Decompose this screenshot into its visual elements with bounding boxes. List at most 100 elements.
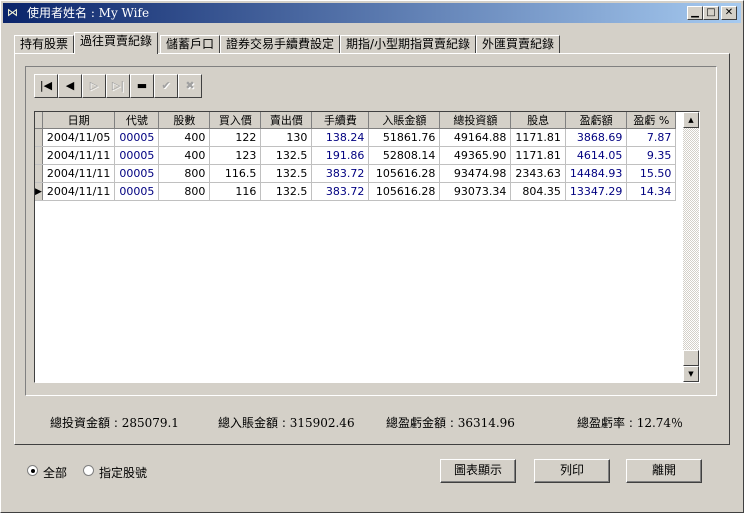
cell-shares[interactable]: 800 [158, 182, 211, 201]
cell-date[interactable]: 2004/11/11 [42, 146, 116, 165]
cell-dividend[interactable]: 1171.81 [510, 146, 566, 165]
cell-profit-loss-pct[interactable]: 9.35 [626, 146, 677, 165]
tab-savings[interactable]: 儲蓄戶口 [160, 35, 220, 53]
cell-date[interactable]: 2004/11/05 [42, 128, 116, 147]
print-button[interactable]: 列印 [534, 459, 610, 483]
radio-specific-label[interactable]: 指定股號 [99, 464, 147, 481]
radio-all-indicator[interactable] [27, 465, 38, 476]
cell-code[interactable]: 00005 [114, 146, 160, 165]
delete-record-button[interactable]: ▬ [130, 74, 154, 98]
col-total-invest[interactable]: 總投資額 [439, 112, 512, 129]
cell-dividend[interactable]: 804.35 [510, 182, 566, 201]
scroll-down-button[interactable]: ▼ [683, 366, 699, 382]
cell-commission[interactable]: 191.86 [311, 146, 370, 165]
cell-shares[interactable]: 800 [158, 164, 211, 183]
next-record-button[interactable]: ▷ [82, 74, 106, 98]
prior-record-button[interactable]: ◀ [58, 74, 82, 98]
radio-specific-indicator[interactable] [83, 465, 94, 476]
post-edit-button[interactable]: ✔ [154, 74, 178, 98]
tab-futures-trades[interactable]: 期指/小型期指買賣紀錄 [340, 35, 476, 53]
cell-code[interactable]: 00005 [114, 164, 160, 183]
table-row[interactable]: 2004/11/11 00005 800 116.5 132.5 383.72 … [35, 164, 677, 183]
col-date[interactable]: 日期 [42, 112, 116, 129]
cell-profit-loss-pct[interactable]: 7.87 [626, 128, 677, 147]
cell-sell-price[interactable]: 132.5 [260, 146, 313, 165]
current-row-indicator[interactable]: ▶ [35, 182, 43, 201]
last-record-button[interactable]: ▷| [106, 74, 130, 98]
cell-shares[interactable]: 400 [158, 146, 211, 165]
tab-holdings[interactable]: 持有股票 [14, 35, 74, 53]
close-window-button[interactable]: ✕ [721, 6, 737, 20]
tab-past-trades[interactable]: 過往買賣紀錄 [74, 32, 158, 54]
cell-buy-price[interactable]: 116.5 [209, 164, 262, 183]
cell-income[interactable]: 52808.14 [368, 146, 441, 165]
scroll-track[interactable] [683, 128, 699, 350]
cell-sell-price[interactable]: 130 [260, 128, 313, 147]
radio-all-label[interactable]: 全部 [43, 464, 67, 481]
cell-income[interactable]: 105616.28 [368, 182, 441, 201]
cell-profit-loss[interactable]: 3868.69 [565, 128, 628, 147]
exit-button[interactable]: 離開 [626, 459, 702, 483]
pl-rate-summary: 總盈虧率 : 12.74％ [577, 414, 683, 431]
cell-income[interactable]: 51861.76 [368, 128, 441, 147]
cell-date[interactable]: 2004/11/11 [42, 164, 116, 183]
total-pl-summary: 總盈虧金額 : 36314.96 [386, 414, 515, 431]
cell-code[interactable]: 00005 [114, 128, 160, 147]
col-sell-price[interactable]: 賣出價 [260, 112, 313, 129]
cell-total-invest[interactable]: 93474.98 [439, 164, 512, 183]
chart-button[interactable]: 圖表顯示 [440, 459, 516, 483]
vertical-scrollbar[interactable]: ▲ ▼ [683, 112, 699, 382]
cell-total-invest[interactable]: 49365.90 [439, 146, 512, 165]
row-indicator[interactable] [35, 128, 43, 147]
cell-profit-loss-pct[interactable]: 15.50 [626, 164, 677, 183]
cell-income[interactable]: 105616.28 [368, 164, 441, 183]
tab-commission-settings[interactable]: 證券交易手續費設定 [220, 35, 340, 53]
cell-total-invest[interactable]: 93073.34 [439, 182, 512, 201]
cell-profit-loss[interactable]: 14484.93 [565, 164, 628, 183]
cell-commission[interactable]: 383.72 [311, 182, 370, 201]
cell-dividend[interactable]: 2343.63 [510, 164, 566, 183]
row-indicator[interactable] [35, 164, 43, 183]
cell-commission[interactable]: 138.24 [311, 128, 370, 147]
col-shares[interactable]: 股數 [158, 112, 211, 129]
col-buy-price[interactable]: 買入價 [209, 112, 262, 129]
cell-profit-loss[interactable]: 13347.29 [565, 182, 628, 201]
pl-rate-value: 12.74％ [636, 416, 684, 430]
arrow-up-icon: ▲ [688, 116, 694, 124]
maximize-button[interactable]: □ [703, 6, 719, 20]
table-row[interactable]: 2004/11/05 00005 400 122 130 138.24 5186… [35, 128, 677, 147]
cell-profit-loss-pct[interactable]: 14.34 [626, 182, 677, 201]
table-row[interactable]: 2004/11/11 00005 400 123 132.5 191.86 52… [35, 146, 677, 165]
cell-profit-loss[interactable]: 4614.05 [565, 146, 628, 165]
cancel-edit-button[interactable]: ✖ [178, 74, 202, 98]
cell-buy-price[interactable]: 122 [209, 128, 262, 147]
cell-sell-price[interactable]: 132.5 [260, 164, 313, 183]
col-code[interactable]: 代號 [114, 112, 160, 129]
cell-commission[interactable]: 383.72 [311, 164, 370, 183]
col-profit-loss[interactable]: 盈虧額 [565, 112, 628, 129]
cell-sell-price[interactable]: 132.5 [260, 182, 313, 201]
col-commission[interactable]: 手續費 [311, 112, 370, 129]
title-bar[interactable]: ⋈ 使用者姓名 : My Wife ▁ □ ✕ [3, 3, 741, 23]
cell-total-invest[interactable]: 49164.88 [439, 128, 512, 147]
col-income[interactable]: 入賬金額 [368, 112, 441, 129]
table-row[interactable]: ▶ 2004/11/11 00005 800 116 132.5 383.72 … [35, 182, 677, 201]
minimize-button[interactable]: ▁ [687, 6, 703, 20]
cell-dividend[interactable]: 1171.81 [510, 128, 566, 147]
total-income-summary: 總入賬金額 : 315902.46 [218, 414, 355, 431]
cell-shares[interactable]: 400 [158, 128, 211, 147]
col-dividend[interactable]: 股息 [510, 112, 566, 129]
trades-grid[interactable]: 日期 代號 股數 買入價 賣出價 手續費 入賬金額 總投資額 股息 盈虧額 盈虧… [34, 111, 700, 383]
total-invest-label: 總投資金額 : [50, 416, 118, 430]
scroll-thumb[interactable] [683, 350, 699, 366]
col-profit-loss-pct[interactable]: 盈虧 % [626, 112, 677, 129]
scroll-up-button[interactable]: ▲ [683, 112, 699, 128]
total-income-label: 總入賬金額 : [218, 416, 286, 430]
cell-buy-price[interactable]: 116 [209, 182, 262, 201]
tab-forex-trades[interactable]: 外匯買賣紀錄 [476, 35, 560, 53]
first-record-button[interactable]: |◀ [34, 74, 58, 98]
cell-code[interactable]: 00005 [114, 182, 160, 201]
cell-buy-price[interactable]: 123 [209, 146, 262, 165]
row-indicator[interactable] [35, 146, 43, 165]
cell-date[interactable]: 2004/11/11 [42, 182, 116, 201]
